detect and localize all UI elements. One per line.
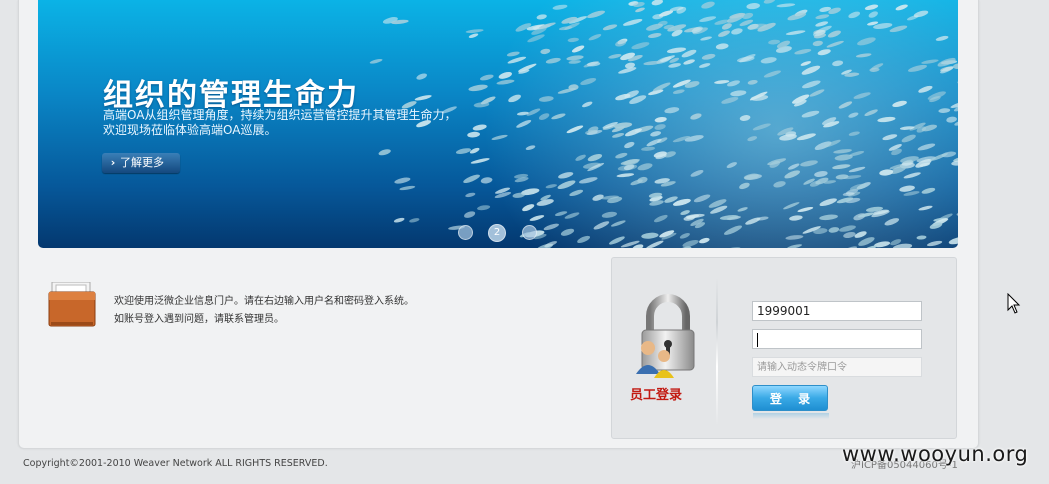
slide-dot-2[interactable]: 2 [488,224,506,242]
panel-divider [716,278,718,426]
banner-desc-line-1: 高端OA从组织管理角度，持续为组织运营管控提升其管理生命力， [103,108,457,122]
slide-dot-1[interactable] [458,225,473,240]
text-caret [757,333,758,347]
banner-desc-line-2: 欢迎现场莅临体验高端OA巡展。 [103,123,277,137]
login-panel: 员工登录 登 录 [611,257,957,439]
briefcase-icon [48,282,96,327]
chevron-right-icon: › [110,156,116,169]
learn-more-label: 了解更多 [120,156,164,169]
login-button[interactable]: 登 录 [752,385,828,411]
slide-dot-3[interactable] [522,225,537,240]
password-input[interactable] [752,329,922,349]
copyright-text: Copyright©2001-2010 Weaver Network ALL R… [23,458,328,469]
learn-more-button[interactable]: › 了解更多 [102,153,180,173]
dynamic-token-input[interactable] [752,357,922,377]
hero-banner: 组织的管理生命力 高端OA从组织管理角度，持续为组织运营管控提升其管理生命力， … [38,0,958,248]
welcome-line-2: 如账号登入遇到问题，请联系管理员。 [114,314,284,325]
lock-users-icon [636,294,695,378]
banner-description: 高端OA从组织管理角度，持续为组织运营管控提升其管理生命力， 欢迎现场莅临体验高… [103,108,483,138]
mouse-pointer-icon [1007,293,1021,314]
welcome-line-1: 欢迎使用泛微企业信息门户。请在右边输入用户名和密码登入系统。 [114,296,414,307]
welcome-message: 欢迎使用泛微企业信息门户。请在右边输入用户名和密码登入系统。 如账号登入遇到问题… [114,293,414,329]
login-button-reflection [753,413,829,419]
watermark: www.wooyun.org [842,442,1029,466]
employee-login-title: 员工登录 [630,388,683,403]
username-input[interactable] [752,301,922,321]
